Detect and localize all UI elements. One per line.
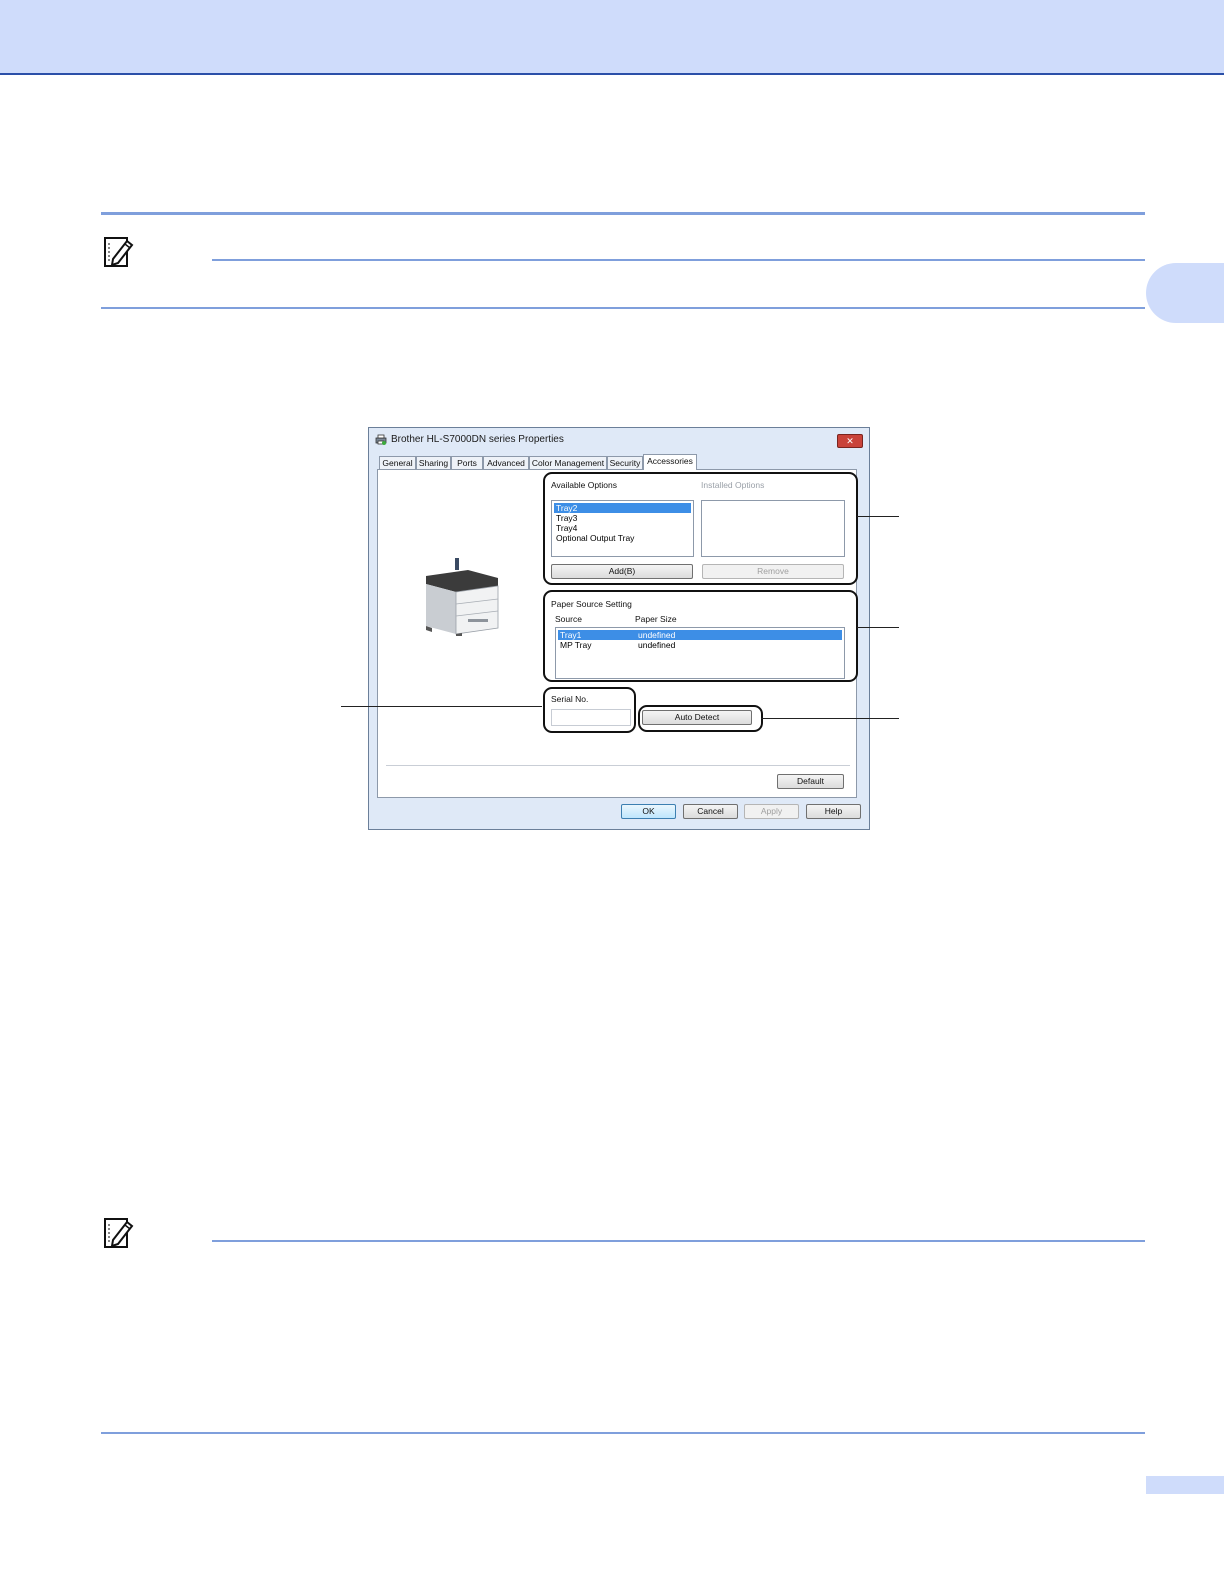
installed-options-label: Installed Options [701,480,765,490]
apply-button[interactable]: Apply [744,804,799,819]
printer-properties-dialog: Brother HL-S7000DN series Properties ✕ G… [368,427,870,830]
tab-accessories[interactable]: Accessories [643,454,697,470]
dialog-title: Brother HL-S7000DN series Properties [391,434,564,445]
table-row[interactable]: Tray1 undefined [558,630,842,640]
note-inner-rule [212,259,1145,261]
list-item[interactable]: Tray3 [554,513,691,523]
available-options-list[interactable]: Tray2 Tray3 Tray4 Optional Output Tray [551,500,694,557]
printer-image [422,556,502,636]
list-item[interactable]: Tray4 [554,523,691,533]
close-icon: ✕ [846,436,854,446]
title-bar: Brother HL-S7000DN series Properties ✕ [369,428,869,452]
installed-options-list[interactable] [701,500,845,557]
tab-ports[interactable]: Ports [451,456,483,469]
note-icon [103,1216,135,1250]
tab-general[interactable]: General [379,456,416,469]
paper-source-label: Paper Source Setting [551,599,632,609]
add-button[interactable]: Add(B) [551,564,693,579]
callout-line-options [857,516,899,517]
serial-number-field[interactable] [551,709,631,726]
note-bottom-rule [101,1432,1145,1434]
source-cell: Tray1 [560,630,582,640]
column-header-paper-size: Paper Size [635,614,677,624]
list-item[interactable]: Tray2 [554,503,691,513]
panel-divider [386,765,850,766]
paper-size-cell: undefined [638,640,676,650]
callout-line-serial [341,706,542,707]
printer-icon [375,434,387,445]
paper-size-cell: undefined [638,630,676,640]
remove-button[interactable]: Remove [702,564,844,579]
accessories-panel: Available Options Installed Options Tray… [377,469,858,798]
note-inner-rule [212,1240,1145,1242]
chapter-tab [1146,263,1224,323]
ok-button[interactable]: OK [621,804,676,819]
help-button[interactable]: Help [806,804,861,819]
serial-label: Serial No. [551,694,589,704]
auto-detect-button[interactable]: Auto Detect [642,710,752,725]
list-item[interactable]: Optional Output Tray [554,533,691,543]
paper-source-list[interactable]: Tray1 undefined MP Tray undefined [555,627,845,679]
table-row[interactable]: MP Tray undefined [558,640,842,650]
column-header-source: Source [555,614,582,624]
tab-sharing[interactable]: Sharing [416,456,451,469]
page-number-tab [1146,1476,1224,1494]
tab-advanced[interactable]: Advanced [483,456,529,469]
header-band [0,0,1224,75]
note-icon [103,235,135,269]
available-options-label: Available Options [551,480,617,490]
tab-security[interactable]: Security [607,456,643,469]
note-bottom-rule [101,307,1145,309]
tab-color-management[interactable]: Color Management [529,456,607,469]
close-button[interactable]: ✕ [837,434,863,448]
source-cell: MP Tray [560,640,592,650]
cancel-button[interactable]: Cancel [683,804,738,819]
callout-line-paper-source [857,627,899,628]
note-top-rule [101,212,1145,215]
default-button[interactable]: Default [777,774,844,789]
callout-line-auto-detect [761,718,899,719]
